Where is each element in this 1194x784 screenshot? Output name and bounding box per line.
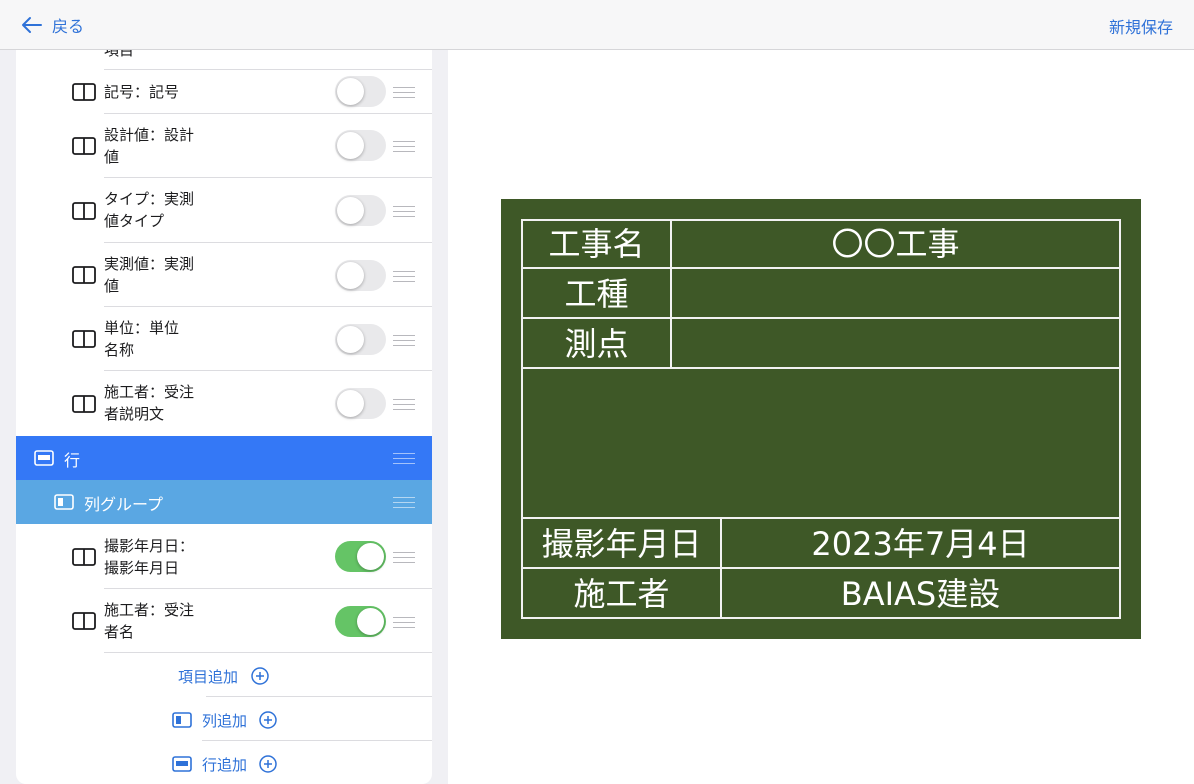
column-group-icon: [54, 494, 74, 510]
add-row-label: 行追加: [202, 756, 248, 774]
list-item-symbol[interactable]: 記号：記号: [16, 70, 432, 114]
row-icon: [172, 756, 192, 772]
toggle-knob: [337, 78, 364, 105]
reorder-handle[interactable]: [393, 617, 415, 629]
list-item-type[interactable]: タイプ：実測 値タイプ: [16, 178, 432, 243]
reorder-handle[interactable]: [393, 141, 415, 153]
board-value-photo-date: 2023年7月4日: [811, 525, 1030, 563]
reorder-handle[interactable]: [393, 271, 415, 283]
reorder-handle[interactable]: [393, 206, 415, 218]
visibility-toggle[interactable]: [335, 541, 386, 572]
back-arrow-icon: [22, 17, 42, 33]
navigation-bar: 戻る 新規保存: [0, 0, 1194, 50]
item-label-line1: 実測値：実測: [104, 255, 195, 273]
item-label-line2: 値タイプ: [104, 212, 165, 230]
column-item-icon: [72, 83, 96, 101]
visibility-toggle[interactable]: [335, 195, 386, 226]
blackboard-preview: 工事名 〇〇工事 工種 測点 撮影年月日 2023年7月4日 施工者 BAIAS…: [501, 199, 1141, 639]
item-label-line1: 撮影年月日：: [104, 537, 195, 555]
list-item-unit[interactable]: 単位：単位 名称: [16, 307, 432, 371]
column-item-icon: [72, 612, 96, 630]
item-label-line2: 名称: [104, 341, 135, 359]
item-label-line1: 記号：記号: [104, 83, 180, 101]
row-icon: [34, 450, 54, 466]
item-label-line2: 値: [104, 277, 120, 295]
column-item-icon: [72, 395, 96, 413]
board-value-construction-name: 〇〇工事: [831, 225, 960, 263]
item-label-line1: タイプ：実測: [104, 190, 195, 208]
column-group-icon: [172, 712, 192, 728]
board-label-contractor: 施工者: [573, 575, 670, 613]
visibility-toggle[interactable]: [335, 388, 386, 419]
visibility-toggle[interactable]: [335, 76, 386, 107]
template-items-panel: 項目 記号：記号 設計値：設計 値 タイプ：実測 値タイプ 実測値：実測 値 単…: [16, 50, 432, 784]
reorder-handle[interactable]: [393, 497, 415, 509]
board-label-photo-date: 撮影年月日: [541, 525, 702, 563]
item-label-line2: 値: [104, 148, 120, 166]
plus-circle-icon: [259, 711, 277, 729]
list-item-measured-value[interactable]: 実測値：実測 値: [16, 243, 432, 307]
add-row-button[interactable]: 行追加: [16, 741, 432, 784]
column-item-icon: [72, 330, 96, 348]
add-column-label: 列追加: [202, 712, 248, 730]
item-label: 項目: [104, 50, 135, 59]
column-item-icon: [72, 266, 96, 284]
item-label-line2: 撮影年月日: [104, 559, 180, 577]
toggle-knob: [337, 132, 364, 159]
item-label-line1: 施工者：受注: [104, 601, 195, 619]
toggle-knob: [357, 543, 384, 570]
reorder-handle[interactable]: [393, 399, 415, 411]
column-group-selected[interactable]: 列グループ: [16, 480, 432, 524]
new-save-button[interactable]: 新規保存: [1109, 14, 1173, 38]
item-label-line2: 者名: [104, 623, 135, 641]
board-label-construction-name: 工事名: [548, 225, 645, 263]
back-button[interactable]: 戻る: [20, 12, 84, 38]
board-value-contractor: BAIAS建設: [840, 575, 1001, 613]
toggle-knob: [337, 197, 364, 224]
board-label-survey-point: 測点: [564, 325, 629, 363]
plus-circle-icon: [259, 755, 277, 773]
toggle-knob: [357, 608, 384, 635]
list-item-contractor-name[interactable]: 施工者：受注 者名: [16, 589, 432, 653]
column-group-label: 列グループ: [84, 495, 164, 514]
add-item-button[interactable]: 項目追加: [16, 653, 432, 697]
add-item-label: 項目追加: [178, 668, 239, 686]
item-label-line2: 者説明文: [104, 405, 165, 423]
toggle-knob: [337, 390, 364, 417]
reorder-handle[interactable]: [393, 453, 415, 465]
toggle-knob: [337, 326, 364, 353]
add-column-button[interactable]: 列追加: [16, 697, 432, 741]
list-item-partial[interactable]: 項目: [16, 50, 432, 70]
list-item-design-value[interactable]: 設計値：設計 値: [16, 114, 432, 178]
board-line: [521, 517, 1121, 519]
row-group-selected[interactable]: 行: [16, 436, 432, 480]
visibility-toggle[interactable]: [335, 606, 386, 637]
column-item-icon: [72, 202, 96, 220]
visibility-toggle[interactable]: [335, 260, 386, 291]
back-button-label: 戻る: [52, 17, 85, 36]
item-label-line1: 単位：単位: [104, 319, 180, 337]
plus-circle-icon: [251, 667, 269, 685]
list-item-photo-date[interactable]: 撮影年月日： 撮影年月日: [16, 524, 432, 589]
column-item-icon: [72, 548, 96, 566]
visibility-toggle[interactable]: [335, 324, 386, 355]
reorder-handle[interactable]: [393, 87, 415, 99]
column-item-icon: [72, 137, 96, 155]
list-item-contractor-description[interactable]: 施工者：受注 者説明文: [16, 371, 432, 436]
toggle-knob: [337, 262, 364, 289]
board-label-work-type: 工種: [564, 275, 629, 313]
visibility-toggle[interactable]: [335, 130, 386, 161]
row-group-label: 行: [64, 451, 81, 470]
item-label-line1: 設計値：設計: [104, 126, 195, 144]
item-label-line1: 施工者：受注: [104, 383, 195, 401]
reorder-handle[interactable]: [393, 552, 415, 564]
reorder-handle[interactable]: [393, 335, 415, 347]
